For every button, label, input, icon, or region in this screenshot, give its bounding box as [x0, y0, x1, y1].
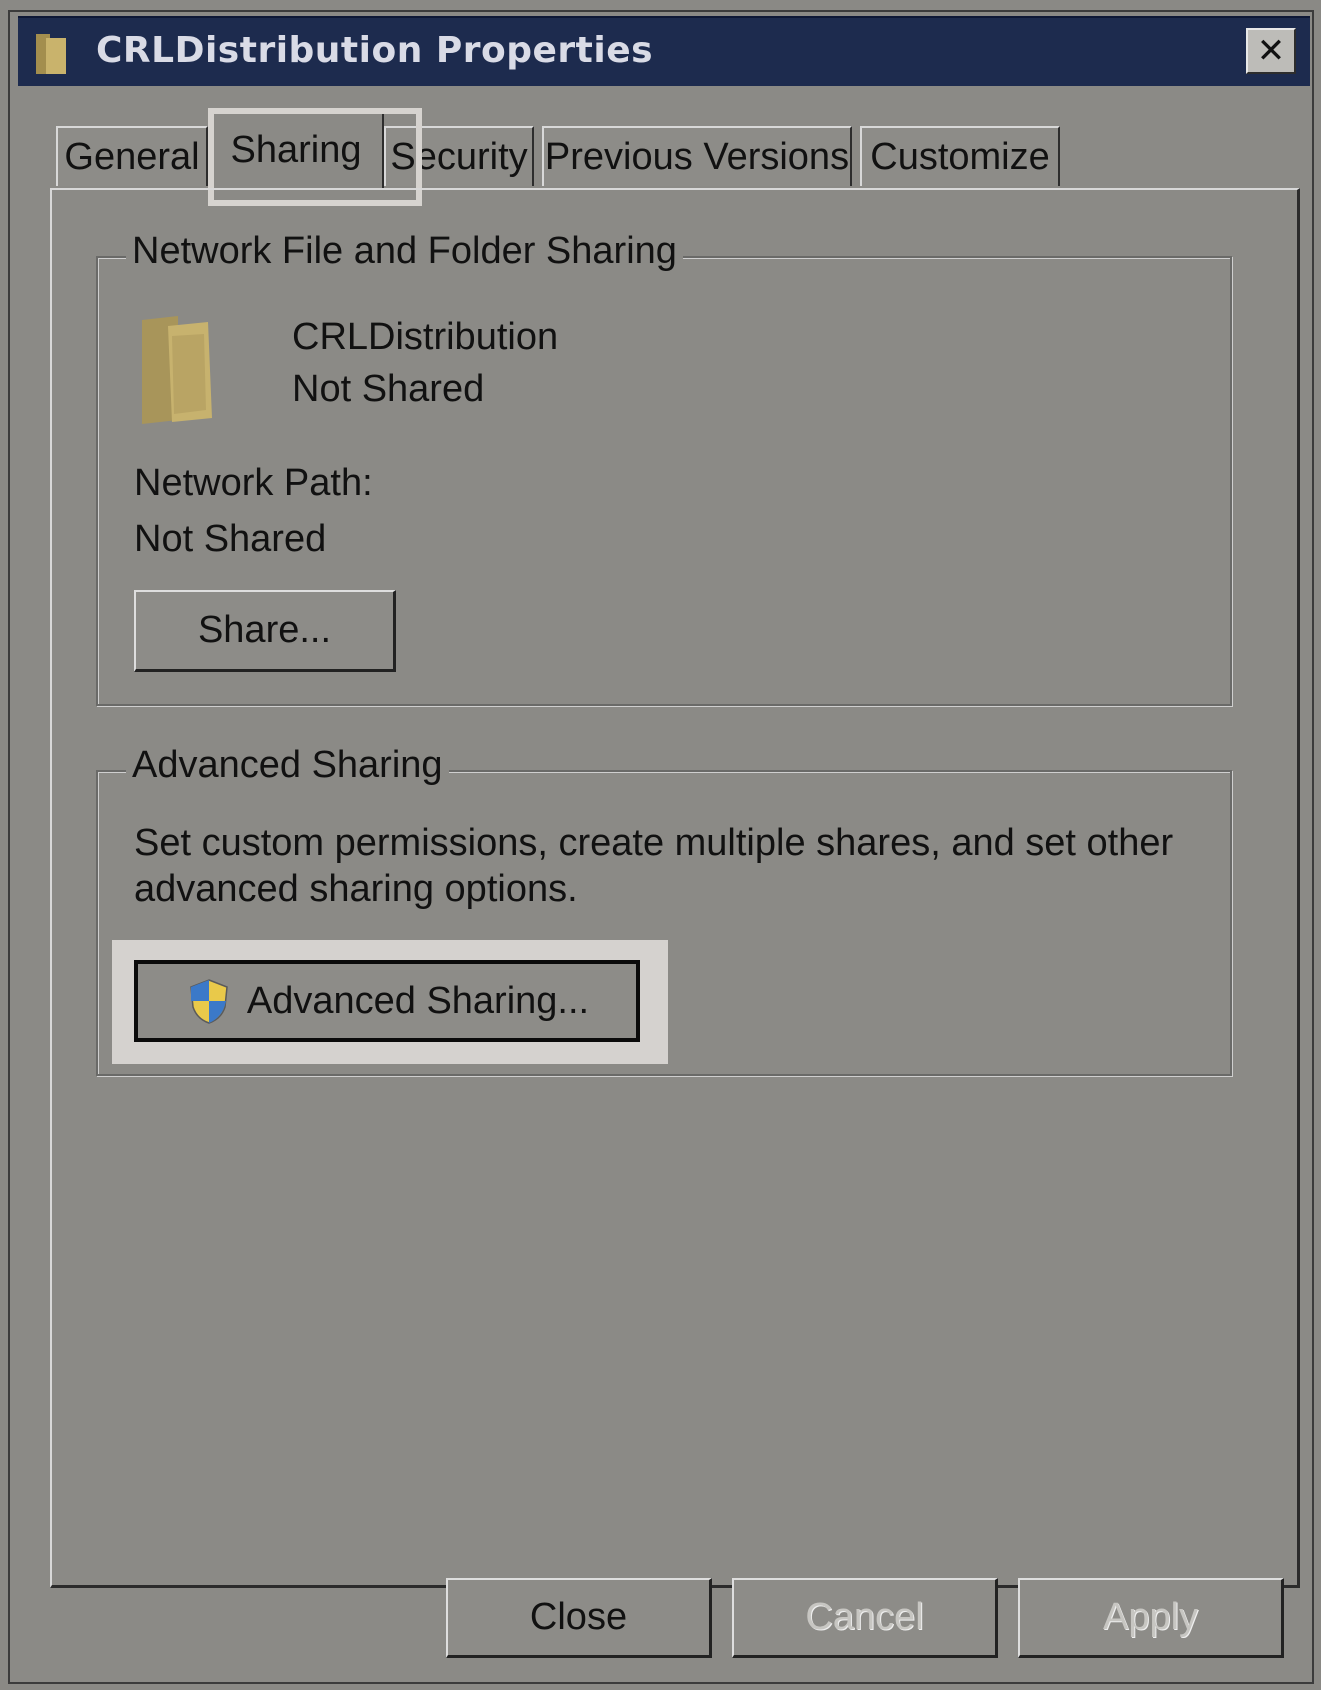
title-bar[interactable]: CRLDistribution Properties ✕ [18, 16, 1310, 86]
advanced-description-line1: Set custom permissions, create multiple … [134, 822, 1174, 864]
network-path-value: Not Shared [134, 518, 327, 560]
advanced-sharing-label: Advanced Sharing... [246, 979, 590, 1022]
network-path-label: Network Path: [134, 462, 373, 504]
close-button[interactable]: Close [446, 1578, 712, 1658]
advanced-sharing-button[interactable]: Advanced Sharing... [134, 960, 640, 1042]
tab-sharing[interactable]: Sharing [208, 108, 384, 190]
folder-icon [36, 34, 66, 74]
folder-icon [142, 316, 212, 424]
apply-button[interactable]: Apply [1018, 1578, 1284, 1658]
share-button[interactable]: Share... [134, 590, 396, 672]
uac-shield-icon [190, 979, 228, 1024]
tab-previous-versions[interactable]: Previous Versions [542, 126, 852, 186]
close-icon[interactable]: ✕ [1246, 28, 1296, 74]
tab-security[interactable]: Security [384, 126, 534, 186]
cancel-button[interactable]: Cancel [732, 1578, 998, 1658]
tab-general[interactable]: General [56, 126, 208, 186]
group-title: Advanced Sharing [126, 744, 449, 787]
advanced-description-line2: advanced sharing options. [134, 868, 578, 910]
folder-name: CRLDistribution [292, 316, 559, 358]
group-title: Network File and Folder Sharing [126, 230, 683, 273]
folder-status: Not Shared [292, 368, 485, 410]
tab-strip: General Sharing Security Previous Versio… [56, 108, 1296, 190]
window-title: CRLDistribution Properties [96, 30, 654, 71]
tab-customize[interactable]: Customize [860, 126, 1060, 186]
